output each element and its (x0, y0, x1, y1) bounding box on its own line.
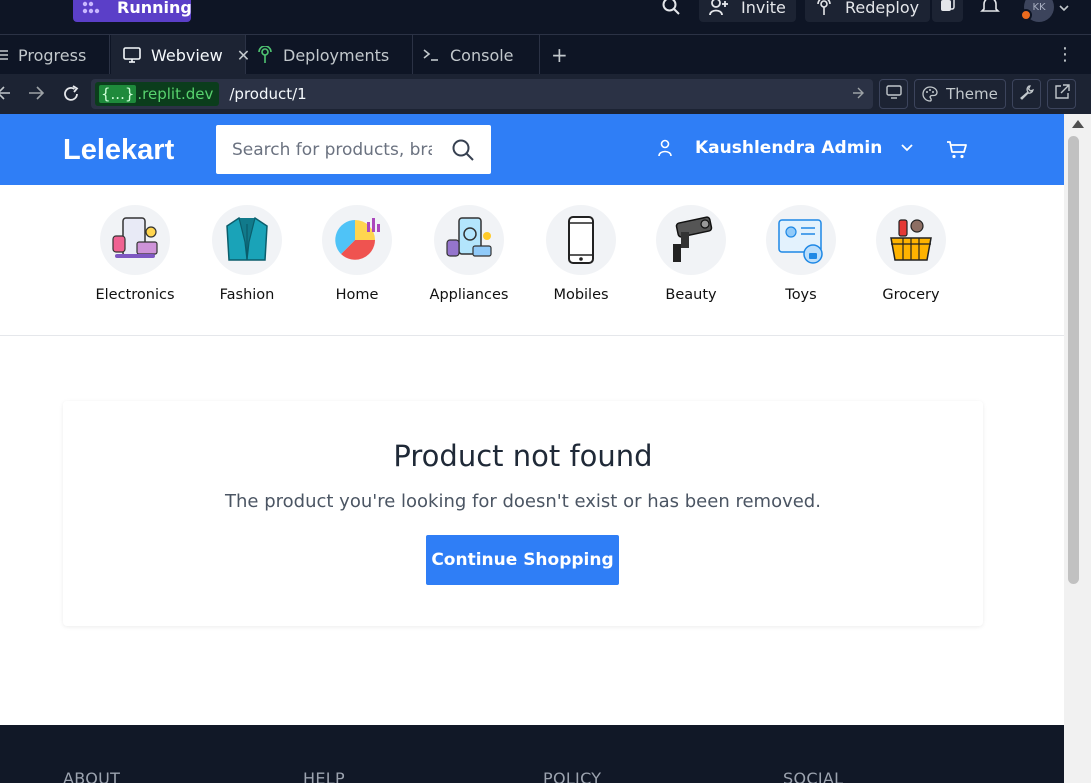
more-vertical-icon[interactable]: ⋮ (1056, 44, 1074, 65)
replit-logo-icon (81, 0, 101, 14)
add-user-icon (709, 0, 729, 16)
footer-heading-help: HELP (303, 769, 345, 783)
device-icon (885, 85, 902, 103)
wrench-icon (1019, 84, 1035, 104)
forward-arrow-icon[interactable] (27, 84, 45, 106)
category-label: Appliances (429, 287, 509, 303)
run-status-label: Running (117, 0, 192, 17)
run-status-badge[interactable]: Running (73, 0, 192, 22)
not-found-title: Product not found (393, 439, 653, 473)
search-input[interactable] (232, 139, 432, 160)
not-found-card: Product not found The product you're loo… (63, 401, 983, 626)
deployments-icon (257, 46, 273, 64)
scroll-up-arrow-icon[interactable] (1072, 120, 1084, 128)
continue-shopping-button[interactable]: Continue Shopping (426, 535, 619, 585)
cart-icon[interactable] (946, 140, 968, 164)
url-domain-suffix: .replit.dev (137, 85, 214, 103)
category-label: Toys (785, 287, 817, 303)
back-arrow-icon[interactable] (0, 84, 10, 106)
category-mobiles[interactable]: Mobiles (521, 205, 641, 303)
category-beauty[interactable]: Beauty (631, 205, 751, 303)
palette-icon (922, 86, 938, 102)
workspace-tabs: Progress Webview ✕ Deployments Console +… (0, 34, 1091, 75)
tab-progress[interactable]: Progress (0, 35, 110, 75)
monitor-icon (123, 47, 141, 63)
category-label: Fashion (219, 287, 275, 303)
tab-console[interactable]: Console (414, 35, 540, 75)
avatar-initials: KK (1032, 1, 1046, 13)
user-menu[interactable]: Kaushlendra Admin (656, 138, 914, 158)
grocery-basket-icon (876, 205, 946, 275)
devtools-button[interactable] (1012, 79, 1041, 109)
theme-button[interactable]: Theme (914, 79, 1006, 109)
category-label: Mobiles (553, 287, 609, 303)
url-path: /product/1 (229, 85, 307, 103)
device-preview-button[interactable] (879, 79, 908, 109)
scrollbar-thumb[interactable] (1068, 136, 1079, 584)
electronics-icon (100, 205, 170, 275)
appliances-icon (434, 205, 504, 275)
url-domain-badge[interactable]: {...} .replit.dev (95, 82, 220, 106)
user-icon (656, 139, 674, 157)
footer-heading-policy: POLICY (543, 769, 602, 783)
tab-deployments[interactable]: Deployments (247, 35, 413, 75)
mobile-phone-icon (546, 205, 616, 275)
add-tab-icon[interactable]: + (551, 43, 568, 67)
tab-label: Console (450, 45, 514, 65)
list-icon (0, 48, 8, 62)
category-home[interactable]: Home (297, 205, 417, 303)
category-grocery[interactable]: Grocery (851, 205, 971, 303)
category-toys[interactable]: Toys (741, 205, 861, 303)
chevron-down-icon (900, 143, 914, 153)
search-icon[interactable] (661, 0, 681, 20)
category-label: Beauty (665, 287, 717, 303)
footer-heading-about: ABOUT (63, 769, 121, 783)
chevron-down-icon[interactable] (1058, 0, 1070, 17)
open-new-tab-button[interactable] (1047, 79, 1076, 109)
webview-content: Lelekart Kaushlendra Admin Electronics (0, 114, 1064, 783)
theme-label: Theme (946, 85, 998, 103)
replit-topbar: Running Invite Redeploy KK (0, 0, 1091, 34)
multiplayer-button[interactable] (932, 0, 963, 22)
category-electronics[interactable]: Electronics (75, 205, 195, 303)
bell-icon[interactable] (980, 0, 1000, 18)
webview-url-bar: {...} .replit.dev /product/1 Theme (0, 74, 1091, 114)
category-appliances[interactable]: Appliances (409, 205, 529, 303)
id-card-icon (766, 205, 836, 275)
terminal-icon (422, 48, 440, 62)
tab-label: Progress (18, 45, 87, 65)
tab-label: Deployments (283, 45, 390, 65)
category-label: Home (335, 287, 379, 303)
redeploy-button[interactable]: Redeploy (805, 0, 930, 22)
brand-logo[interactable]: Lelekart (63, 134, 174, 167)
category-strip: Electronics Fashion Home Appliances Mobi… (0, 185, 1064, 336)
tab-label: Webview (151, 45, 223, 65)
invite-label: Invite (741, 0, 786, 17)
site-header: Lelekart Kaushlendra Admin (0, 114, 1064, 185)
category-fashion[interactable]: Fashion (187, 205, 307, 303)
tab-webview[interactable]: Webview ✕ (111, 35, 250, 75)
vertical-scrollbar[interactable] (1064, 114, 1091, 783)
url-domain-brace: {...} (99, 85, 137, 103)
not-found-message: The product you're looking for doesn't e… (225, 491, 821, 512)
notification-dot (1020, 9, 1032, 21)
search-icon[interactable] (451, 138, 475, 166)
user-name: Kaushlendra Admin (695, 138, 883, 158)
redeploy-label: Redeploy (845, 0, 920, 17)
jacket-icon (212, 205, 282, 275)
footer-heading-social: SOCIAL (783, 769, 844, 783)
deploy-icon (815, 0, 833, 16)
pie-chart-icon (322, 205, 392, 275)
site-footer: ABOUT HELP POLICY SOCIAL (0, 725, 1064, 783)
url-input[interactable]: {...} .replit.dev /product/1 (91, 79, 873, 109)
external-link-icon (1054, 84, 1070, 104)
copy-icon (939, 0, 955, 17)
site-search (216, 125, 491, 174)
go-arrow-icon[interactable] (851, 85, 865, 105)
camera-icon (656, 205, 726, 275)
invite-button[interactable]: Invite (699, 0, 796, 22)
category-label: Electronics (95, 287, 175, 303)
category-label: Grocery (882, 287, 940, 303)
reload-icon[interactable] (61, 84, 81, 108)
